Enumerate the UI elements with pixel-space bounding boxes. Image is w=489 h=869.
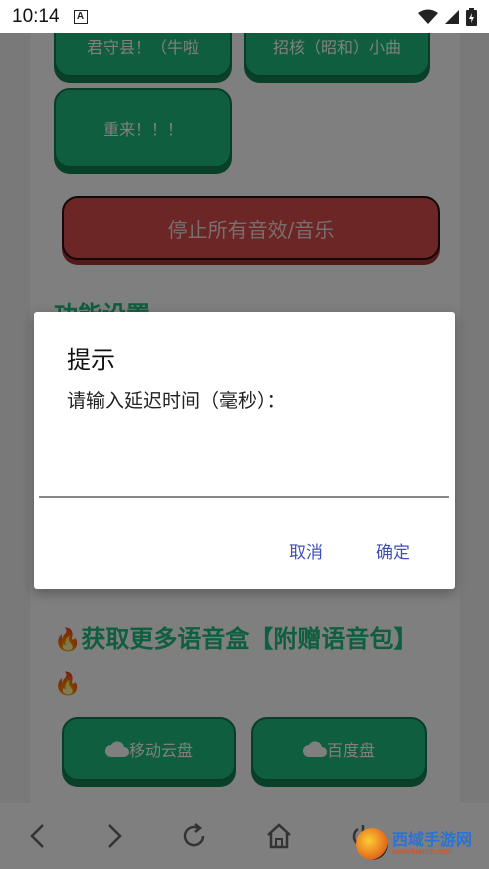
dialog-title: 提示 [67, 346, 115, 374]
watermark-text-block: 西域手游网 www.hanxm.com [392, 830, 473, 857]
notification-icon: A [73, 9, 88, 24]
watermark-name: 西域手游网 [392, 830, 473, 849]
wifi-icon [418, 9, 438, 24]
status-time: 10:14 [12, 5, 60, 27]
signal-icon [445, 9, 459, 24]
status-icons [418, 7, 477, 26]
watermark: 西域手游网 www.hanxm.com [356, 828, 472, 860]
watermark-logo-icon [356, 828, 388, 860]
delay-input[interactable] [39, 432, 449, 498]
ok-button[interactable]: 确定 [376, 538, 410, 563]
cancel-button[interactable]: 取消 [289, 538, 323, 563]
dialog-message: 请输入延迟时间（毫秒）： [67, 390, 286, 412]
prompt-dialog: 提示 请输入延迟时间（毫秒）： 取消 确定 [34, 312, 455, 589]
status-bar: 10:14 A [0, 0, 489, 33]
battery-icon [466, 7, 477, 26]
